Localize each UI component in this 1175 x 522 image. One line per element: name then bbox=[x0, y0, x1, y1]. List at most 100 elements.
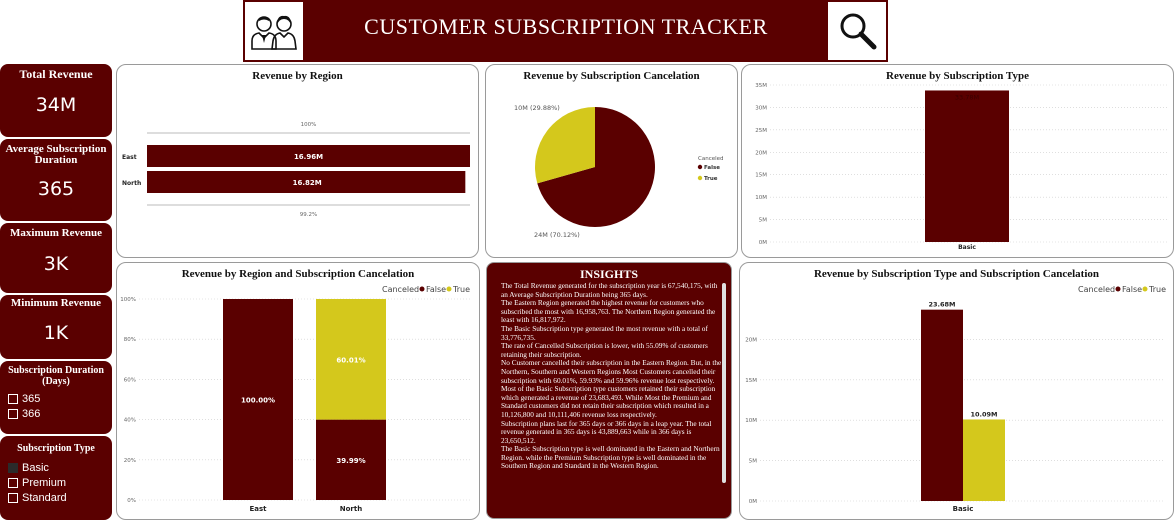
x-tick-label: Basic bbox=[953, 505, 974, 513]
kpi-value: 365 bbox=[37, 178, 75, 200]
top-percent-label: 100% bbox=[301, 122, 317, 128]
region-chart-panel: Revenue by Region 100% East 16.96M North 16.… bbox=[116, 64, 479, 258]
cancelation-pie-chart: 24M (70.12%) 10M (29.88%) Canceled False Tru… bbox=[514, 104, 724, 239]
y-tick-label: 15M bbox=[745, 378, 757, 384]
option-label: Standard bbox=[22, 491, 67, 504]
checkbox-checked-icon[interactable] bbox=[8, 462, 18, 473]
legend-label: False bbox=[426, 285, 446, 294]
y-tick-label: 0% bbox=[127, 498, 136, 504]
y-tick-label: 10M bbox=[755, 195, 767, 201]
y-tick-label: 10M bbox=[745, 418, 757, 424]
type-slicer: Subscription Type Basic Premium Standard bbox=[0, 436, 112, 520]
bar-value-label: 10.09M bbox=[970, 410, 997, 418]
legend-label: False bbox=[704, 165, 720, 171]
legend-dot bbox=[419, 286, 425, 292]
bar-value-label: 16.82M bbox=[293, 179, 322, 187]
legend-dot bbox=[446, 286, 452, 292]
insight-paragraph: No Customer cancelled their subscription… bbox=[501, 358, 722, 385]
bar-false bbox=[921, 309, 963, 501]
subtype-chart-panel: Revenue by Subscription Type 0M 5M 10M 15M 2… bbox=[741, 64, 1174, 258]
slicer-option-365[interactable]: 365 bbox=[0, 391, 112, 406]
slice-label: 10M (29.88%) bbox=[514, 104, 560, 112]
kpi-maximum-revenue: Maximum Revenue 3K bbox=[0, 223, 112, 293]
checkbox-icon[interactable] bbox=[8, 408, 18, 419]
legend-title: Canceled bbox=[382, 285, 419, 294]
y-tick-label: 100% bbox=[120, 297, 136, 303]
slice-label: 24M (70.12%) bbox=[534, 231, 580, 239]
checkbox-icon[interactable] bbox=[8, 477, 18, 488]
users-icon[interactable] bbox=[243, 0, 305, 62]
option-label: Basic bbox=[22, 461, 49, 474]
kpi-total-revenue: Total Revenue 34M bbox=[0, 64, 112, 137]
checkbox-icon[interactable] bbox=[8, 393, 18, 404]
option-label: 365 bbox=[22, 392, 41, 405]
slicer-option-standard[interactable]: Standard bbox=[0, 490, 112, 505]
category-label: East bbox=[122, 154, 137, 161]
insight-paragraph: The rate of Cancelled Subscription is lo… bbox=[501, 341, 708, 359]
bar-true bbox=[963, 419, 1005, 501]
insights-panel: INSIGHTS The Total Revenue generated for… bbox=[486, 262, 732, 519]
kpi-label: Total Revenue bbox=[19, 67, 93, 81]
kpi-value: 1K bbox=[43, 322, 69, 344]
region-cancel-chart: 0% 20% 40% 60% 80% 100% Canceled False True 100.0… bbox=[120, 285, 472, 513]
insights-scrollbar[interactable] bbox=[722, 283, 726, 483]
category-label: North bbox=[122, 180, 141, 187]
cancelation-pie-panel: Revenue by Subscription Cancelation 24M … bbox=[485, 64, 738, 258]
x-tick-label: East bbox=[249, 505, 267, 513]
legend-dot bbox=[697, 175, 703, 181]
insight-paragraph: The Basic Subscription type is well domi… bbox=[501, 444, 720, 471]
insight-paragraph: The Total Revenue generated for the subs… bbox=[501, 281, 718, 299]
legend-label: True bbox=[452, 285, 470, 294]
duration-slicer: Subscription Duration (Days) 365 366 bbox=[0, 361, 112, 434]
legend-dot bbox=[697, 164, 703, 170]
legend-dot bbox=[1142, 286, 1148, 292]
x-tick-label: Basic bbox=[958, 244, 976, 251]
bar-value-label: 23.68M bbox=[928, 301, 955, 309]
y-tick-label: 60% bbox=[124, 377, 136, 383]
bar-value-label: 16.96M bbox=[294, 153, 323, 161]
y-tick-label: 30M bbox=[755, 105, 767, 111]
bar-basic bbox=[925, 90, 1009, 243]
checkbox-icon[interactable] bbox=[8, 492, 18, 503]
bottom-percent-label: 99.2% bbox=[300, 212, 317, 218]
y-tick-label: 25M bbox=[755, 128, 767, 134]
legend-title: Canceled bbox=[698, 156, 724, 162]
y-tick-label: 20M bbox=[755, 150, 767, 156]
slicer-option-366[interactable]: 366 bbox=[0, 406, 112, 421]
insight-paragraph: Most of the Basic Subscription type cust… bbox=[501, 384, 716, 419]
legend-dot bbox=[1115, 286, 1121, 292]
legend-title: Canceled bbox=[1078, 285, 1115, 294]
type-cancel-chart: 0M 5M 10M 15M 20M Canceled False True 23.68M 10.0… bbox=[745, 285, 1166, 513]
option-label: 366 bbox=[22, 407, 41, 420]
bar-value-label: 60.01% bbox=[336, 356, 365, 364]
kpi-label: Minimum Revenue bbox=[10, 297, 102, 309]
slicer-title: Subscription Duration (Days) bbox=[8, 365, 104, 387]
x-tick-label: North bbox=[340, 505, 362, 513]
kpi-label: Maximum Revenue bbox=[10, 227, 102, 239]
y-tick-label: 0M bbox=[759, 240, 767, 246]
y-tick-label: 0M bbox=[749, 499, 757, 505]
kpi-average-duration: Average Subscription Duration 365 bbox=[0, 139, 112, 221]
insights-text: The Total Revenue generated for the subs… bbox=[501, 281, 723, 471]
insight-paragraph: Subscription plans last for 365 days or … bbox=[501, 418, 712, 445]
slicer-option-basic[interactable]: Basic bbox=[0, 460, 112, 475]
subtype-chart: 0M 5M 10M 15M 20M 25M 30M 35M 33.78M Basic bbox=[755, 83, 1167, 251]
bar-value-label: 33.78M bbox=[955, 93, 979, 101]
kpi-label: Average Subscription Duration bbox=[5, 143, 107, 166]
y-tick-label: 5M bbox=[749, 459, 757, 465]
slicer-option-premium[interactable]: Premium bbox=[0, 475, 112, 490]
slicer-title: Subscription Type bbox=[17, 443, 95, 454]
insights-title: INSIGHTS bbox=[579, 267, 639, 281]
bar-value-label: 39.99% bbox=[336, 457, 365, 465]
y-tick-label: 40% bbox=[124, 418, 136, 424]
page-title: CUSTOMER SUBSCRIPTION TRACKER bbox=[364, 14, 768, 39]
region-cancel-panel: Revenue by Region and Subscription Cance… bbox=[116, 262, 480, 520]
region-chart: 100% East 16.96M North 16.82M 99.2% bbox=[122, 122, 470, 218]
type-cancel-panel: Revenue by Subscription Type and Subscri… bbox=[739, 262, 1174, 520]
bar-value-label: 100.00% bbox=[241, 397, 275, 405]
y-tick-label: 20% bbox=[124, 458, 136, 464]
legend-label: True bbox=[1148, 285, 1166, 294]
kpi-value: 34M bbox=[35, 94, 77, 116]
y-tick-label: 5M bbox=[759, 218, 767, 224]
search-icon[interactable] bbox=[826, 0, 888, 62]
